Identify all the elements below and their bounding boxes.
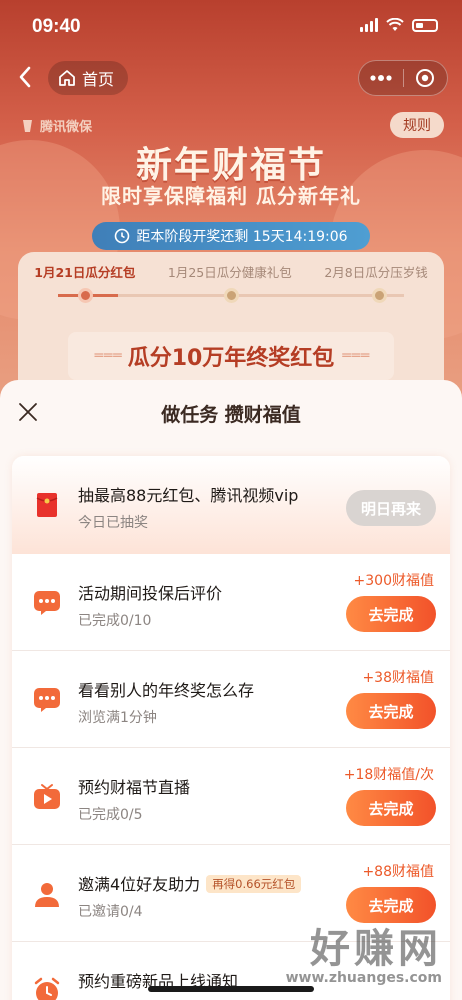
battery-icon (412, 18, 438, 32)
target-circle-icon (416, 69, 435, 87)
task-title-wrap: 邀满4位好友助力 再得0.66元红包 (78, 871, 302, 895)
comment-icon (32, 588, 62, 618)
task-title: 活动期间投保后评价 (78, 584, 223, 603)
task-item-lottery: 抽最高88元红包、腾讯视频vip 今日已抽奖 明日再来 (12, 456, 450, 554)
come-back-tomorrow-button[interactable]: 明日再来 (346, 490, 436, 526)
signal-icon (360, 18, 378, 32)
task-subtitle: 已邀请0/4 (78, 904, 143, 920)
user-icon (32, 879, 62, 909)
watermark-small: www.zhuanges.com (285, 970, 442, 986)
task-sheet: 做任务 攒财福值 抽最高88元红包、腾讯视频vip 今日已抽奖 明日再来 活动期… (0, 380, 462, 1000)
status-time: 09:40 (32, 16, 81, 37)
red-envelope-icon (32, 490, 62, 520)
sheet-header: 做任务 攒财福值 (0, 380, 462, 446)
logo-icon (23, 119, 32, 132)
banner-text: 瓜分10万年终奖红包 (127, 346, 335, 371)
stage-tab-2[interactable]: 1月25日瓜分健康礼包 (168, 262, 292, 281)
task-reward: +300财福值 (353, 573, 434, 589)
task-reward: +88财福值 (362, 864, 434, 880)
home-indicator[interactable] (148, 986, 314, 992)
task-reward: +18财福值/次 (343, 767, 434, 783)
countdown-text: 距本阶段开奖还剩 15天14:19:06 (136, 229, 348, 245)
home-label: 首页 (82, 70, 115, 89)
go-complete-button[interactable]: 去完成 (346, 693, 436, 729)
task-title: 抽最高88元红包、腾讯视频vip (78, 486, 299, 505)
comment-icon (32, 685, 62, 715)
task-subtitle: 今日已抽奖 (78, 515, 148, 531)
rules-button[interactable]: 规则 (390, 112, 444, 138)
home-button[interactable]: 首页 (48, 61, 129, 95)
prize-banner: ═ ═ ═ 瓜分10万年终奖红包 ═ ═ ═ (68, 332, 394, 380)
more-dots-icon (370, 75, 392, 81)
stage-dot-1 (78, 288, 93, 303)
page-subtitle: 限时享保障福利 瓜分新年礼 (101, 184, 361, 208)
task-subtitle: 浏览满1分钟 (78, 710, 157, 726)
alarm-clock-icon (32, 976, 62, 1000)
countdown-bar: 距本阶段开奖还剩 15天14:19:06 (92, 222, 370, 250)
tv-play-icon (32, 782, 62, 812)
task-title: 预约财福节直播 (78, 778, 191, 797)
home-icon (59, 70, 75, 86)
stage-tab-3[interactable]: 2月8日瓜分压岁钱 (324, 262, 427, 281)
site-watermark: 好赚网 www.zhuanges.com (286, 916, 442, 986)
watermark-big: 好赚网 (310, 926, 442, 972)
stage-tabs: 1月21日瓜分红包 1月25日瓜分健康礼包 2月8日瓜分压岁钱 (18, 262, 444, 281)
task-item-browse: 看看别人的年终奖怎么存 浏览满1分钟 +38财福值 去完成 (12, 651, 450, 748)
sheet-title: 做任务 攒财福值 (161, 404, 301, 426)
clock-icon (115, 228, 130, 244)
status-bar: 09:40 (0, 0, 462, 54)
brand-logo: 腾讯微保 (20, 116, 92, 135)
go-complete-button[interactable]: 去完成 (346, 790, 436, 826)
more-button[interactable] (359, 61, 403, 95)
task-item-review: 活动期间投保后评价 已完成0/10 +300财福值 去完成 (12, 554, 450, 651)
banner-deco-left: ═ ═ ═ (94, 348, 122, 364)
task-reward: +38财福值 (362, 670, 434, 686)
chevron-left-icon (19, 66, 31, 88)
task-title: 邀满4位好友助力 (78, 875, 201, 894)
task-subtitle: 已完成0/5 (78, 807, 143, 823)
stage-dot-2 (224, 288, 239, 303)
wifi-icon (386, 18, 404, 31)
task-item-live: 预约财福节直播 已完成0/5 +18财福值/次 去完成 (12, 748, 450, 845)
miniprogram-capsule (358, 60, 448, 96)
back-button[interactable] (10, 62, 40, 92)
stage-tab-1[interactable]: 1月21日瓜分红包 (34, 262, 135, 281)
status-icons (360, 18, 438, 32)
bonus-badge: 再得0.66元红包 (206, 875, 302, 893)
task-subtitle: 已完成0/10 (78, 613, 152, 629)
banner-deco-right: ═ ═ ═ (342, 348, 369, 364)
logo-text: 腾讯微保 (40, 120, 93, 135)
task-title: 看看别人的年终奖怎么存 (78, 681, 255, 700)
close-miniprogram-button[interactable] (404, 61, 448, 95)
go-complete-button[interactable]: 去完成 (346, 596, 436, 632)
stage-dot-3 (372, 288, 387, 303)
